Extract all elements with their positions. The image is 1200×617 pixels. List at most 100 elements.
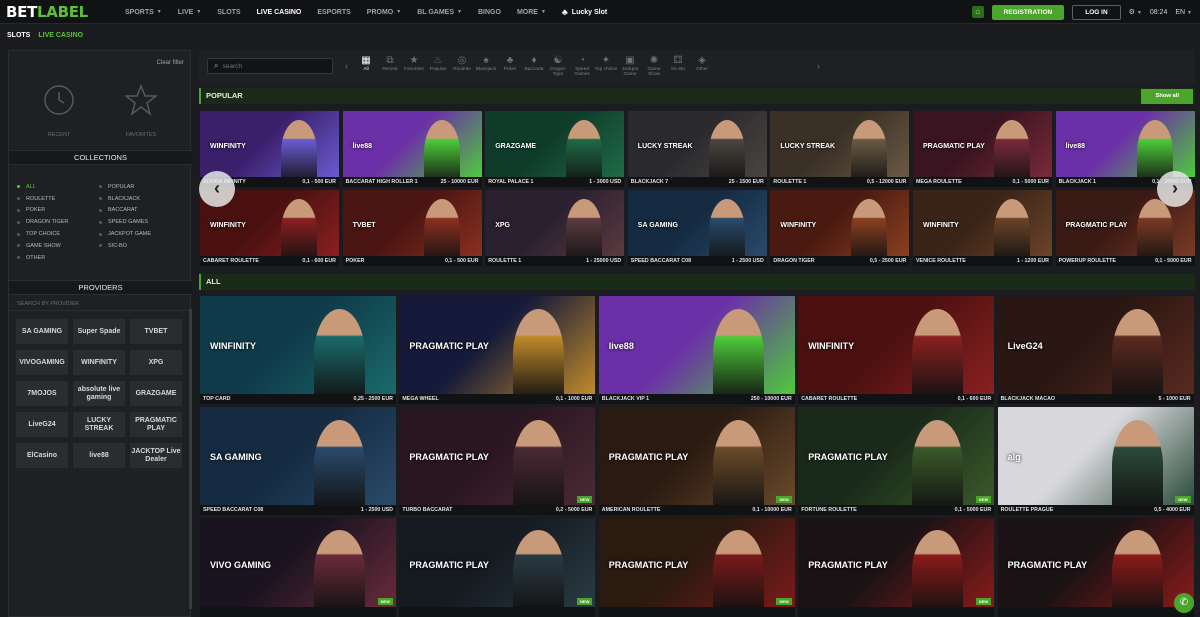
category-speed-games[interactable]: ◔ Speed Games (570, 54, 594, 77)
provider-liveg24[interactable]: LiveG24 (16, 412, 68, 437)
show-all-button[interactable]: Show all (1141, 89, 1193, 104)
game-tile-blackjack-vip-1[interactable]: live88 BLACKJACK VIP 1 250 - 10000 EUR (598, 296, 795, 404)
nav-item-bingo[interactable]: BINGO (478, 9, 501, 16)
betlabel-logo[interactable]: BETLABEL (6, 3, 88, 21)
game-tile-top-card[interactable]: WINFINITY TOP CARD 0,25 - 2500 EUR (200, 296, 396, 404)
game-tile-speed-baccarat-c08[interactable]: SA GAMING SPEED BACCARAT C08 1 - 2500 USD (200, 407, 396, 515)
nav-item-esports[interactable]: ESPORTS (317, 9, 350, 16)
category-baccarat[interactable]: ♦ Baccarat (522, 54, 546, 77)
game-tile-fortune-roulette[interactable]: PRAGMATIC PLAY FORTUNE ROULETTE 0,1 - 5000… (798, 407, 995, 515)
game-tile-turbo-baccarat[interactable]: PRAGMATIC PLAY TURBO BACCARAT 0,2 - 5000 E… (399, 407, 596, 515)
nav-item-slots[interactable]: SLOTS (217, 9, 240, 16)
registration-button[interactable]: REGISTRATION (991, 4, 1065, 20)
collection-top-choice[interactable]: TOP CHOICE (17, 228, 68, 240)
provider-tvbet[interactable]: TVBET (130, 319, 182, 344)
settings-gear-icon[interactable]: ⚙ ▼ (1129, 8, 1142, 16)
gift-icon[interactable]: ⌂ (971, 6, 984, 18)
game-tile-american-roulette[interactable]: PRAGMATIC PLAY AMERICAN ROULETTE 0,1 - 100… (598, 407, 795, 515)
category-other[interactable]: ◈ Other (690, 54, 714, 77)
carousel-next-button[interactable]: › (1157, 171, 1193, 207)
category-favorites[interactable]: ★ Favorites (402, 54, 426, 77)
game-tile-pragmatic-play[interactable]: PRAGMATIC PLAYNEW (399, 518, 596, 617)
provider-grazgame[interactable]: GRAZGAME (130, 381, 182, 406)
game-tile-roulette-prague[interactable]: alg ROULETTE PRAGUE 0,5 - 4000 EUR NEW (997, 407, 1194, 515)
category-recent[interactable]: ⧉ Recent (378, 54, 402, 77)
game-tile-pragmatic-play[interactable]: PRAGMATIC PLAYNEW (798, 518, 995, 617)
collection-label: DRAGON TIGER (26, 219, 69, 226)
collection-blackjack[interactable]: BLACKJACK (99, 193, 151, 205)
scroll-left-icon[interactable]: ‹ (345, 61, 348, 71)
breadcrumb-live-casino[interactable]: LIVE CASINO (38, 32, 83, 39)
collection-poker[interactable]: POKER (17, 205, 68, 217)
collection-roulette[interactable]: ROULETTE (17, 193, 68, 205)
provider-xpg[interactable]: XPG (130, 350, 182, 375)
clear-filter-link[interactable]: Clear filter (157, 60, 184, 66)
category-popular[interactable]: ♨ Popular (426, 54, 450, 77)
collection-popular[interactable]: POPULAR (99, 181, 151, 193)
nav-item-live-casino[interactable]: LIVE CASINO (257, 9, 302, 16)
game-tile-poker[interactable]: TVBET POKER 0,1 - 500 EUR (342, 190, 482, 266)
provider-super-spade[interactable]: Super Spade (73, 319, 125, 344)
game-tile-royal-palace-1[interactable]: GRAZGAME ROYAL PALACE 1 1 - 3000 USD (485, 111, 625, 187)
nav-item-more[interactable]: MORE ▼ (517, 9, 546, 16)
nav-item-sports[interactable]: SPORTS ▼ (125, 9, 162, 16)
sidebar-scrollbar[interactable] (189, 309, 192, 609)
chat-support-icon[interactable]: ✆ (1174, 593, 1194, 613)
recent-filter[interactable]: RECENT (29, 84, 89, 138)
provider-absolute-live-gaming[interactable]: absolute live gaming (73, 381, 125, 406)
provider-elcasino[interactable]: ElCasino (16, 443, 68, 468)
provider-vivogaming[interactable]: VIVOGAMING (16, 350, 68, 375)
game-tile-dragon-tiger[interactable]: WINFINITY DRAGON TIGER 0,5 - 2500 EUR (770, 190, 910, 266)
language-selector[interactable]: EN ▼ (1175, 9, 1192, 16)
lucky-slot-link[interactable]: ♣ Lucky Slot (562, 7, 607, 17)
nav-item-live[interactable]: LIVE ▼ (178, 9, 202, 16)
provider-search-input[interactable]: SEARCH BY PROVIDER (9, 297, 192, 311)
collection-baccarat[interactable]: BACCARAT (99, 205, 151, 217)
game-tile-venice-roulette[interactable]: WINFINITY VENICE ROULETTE 1 - 1200 EUR (913, 190, 1052, 266)
game-tile-cabaret-roulette[interactable]: WINFINITY CABARET ROULETTE 0,1 - 600 EUR (798, 296, 995, 404)
category-top-choice[interactable]: ✦ Top choice (594, 54, 618, 77)
category-sic-bo[interactable]: ⚃ Sic-Bo (666, 54, 690, 77)
provider-pragmatic-play[interactable]: PRAGMATIC PLAY (130, 412, 182, 437)
provider-winfinity[interactable]: WINFINITY (73, 350, 125, 375)
collection-game-show[interactable]: GAME SHOW (17, 240, 68, 252)
nav-item-promo[interactable]: PROMO ▼ (367, 9, 401, 16)
provider-lucky-streak[interactable]: LUCKY STREAK (73, 412, 125, 437)
scroll-right-icon[interactable]: › (817, 61, 820, 71)
login-button[interactable]: LOG IN (1072, 4, 1121, 20)
game-tile-pragmatic-play[interactable]: PRAGMATIC PLAYNEW (598, 518, 795, 617)
game-tile-blackjack-7[interactable]: LUCKY STREAK BLACKJACK 7 25 - 1500 EUR (627, 111, 767, 187)
provider-jacktop-live-dealer[interactable]: JACKTOP Live Dealer (130, 443, 182, 468)
collection-all[interactable]: ALL (17, 181, 68, 193)
provider-live88[interactable]: live88 (73, 443, 125, 468)
game-tile-mega-wheel[interactable]: PRAGMATIC PLAY MEGA WHEEL 0,1 - 1000 EUR (399, 296, 596, 404)
category-dragon-tiger[interactable]: ☯ Dragon Tiger (546, 54, 570, 77)
category-roulette[interactable]: ◎ Roulette (450, 54, 474, 77)
category-blackjack[interactable]: ♠ Blackjack (474, 54, 498, 77)
game-tile-vivo-gaming[interactable]: VIVO GAMING NEW (200, 518, 396, 617)
collection-dragon-tiger[interactable]: DRAGON TIGER (17, 216, 68, 228)
favorites-filter[interactable]: FAVORITES (111, 83, 171, 138)
category-all[interactable]: ▦ All (354, 54, 378, 77)
provider-sa-gaming[interactable]: SA GAMING (16, 319, 68, 344)
game-search-input[interactable]: ⌕ search (207, 58, 333, 74)
category-jackpot-game[interactable]: ▣ Jackpot Game (618, 54, 642, 77)
game-tile-baccarat-high-roller-1[interactable]: live88 BACCARAT HIGH ROLLER 1 25 - 10000 E… (342, 111, 482, 187)
game-tile-speed-baccarat-c08[interactable]: SA GAMING SPEED BACCARAT C08 1 - 2500 USD (627, 190, 767, 266)
category-game-show[interactable]: ✺ Game Show (642, 54, 666, 77)
game-name: DRAGON TIGER (773, 258, 815, 264)
game-tile-pragmatic-play[interactable]: PRAGMATIC PLAYNEW (997, 518, 1194, 617)
provider-7mojos[interactable]: 7MOJOS (16, 381, 68, 406)
category-poker[interactable]: ♣ Poker (498, 54, 522, 77)
game-tile-roulette-1[interactable]: XPG ROULETTE 1 1 - 25000 USD (485, 190, 625, 266)
breadcrumb-slots[interactable]: SLOTS (7, 32, 30, 39)
collection-speed-games[interactable]: SPEED GAMES (99, 216, 151, 228)
game-tile-blackjack-macao[interactable]: LiveG24 BLACKJACK MACAO 5 - 1000 EUR (997, 296, 1194, 404)
collection-other[interactable]: OTHER (17, 252, 68, 264)
game-tile-mega-roulette[interactable]: PRAGMATIC PLAY MEGA ROULETTE 0,1 - 5000 EU… (913, 111, 1052, 187)
collection-sic-bo[interactable]: SIC-BO (99, 240, 151, 252)
game-tile-roulette-1[interactable]: LUCKY STREAK ROULETTE 1 0,5 - 12000 EUR (770, 111, 910, 187)
collection-jackpot-game[interactable]: JACKPOT GAME (99, 228, 151, 240)
carousel-prev-button[interactable]: ‹ (199, 171, 235, 207)
nav-item-bl-games[interactable]: BL GAMES ▼ (417, 9, 462, 16)
